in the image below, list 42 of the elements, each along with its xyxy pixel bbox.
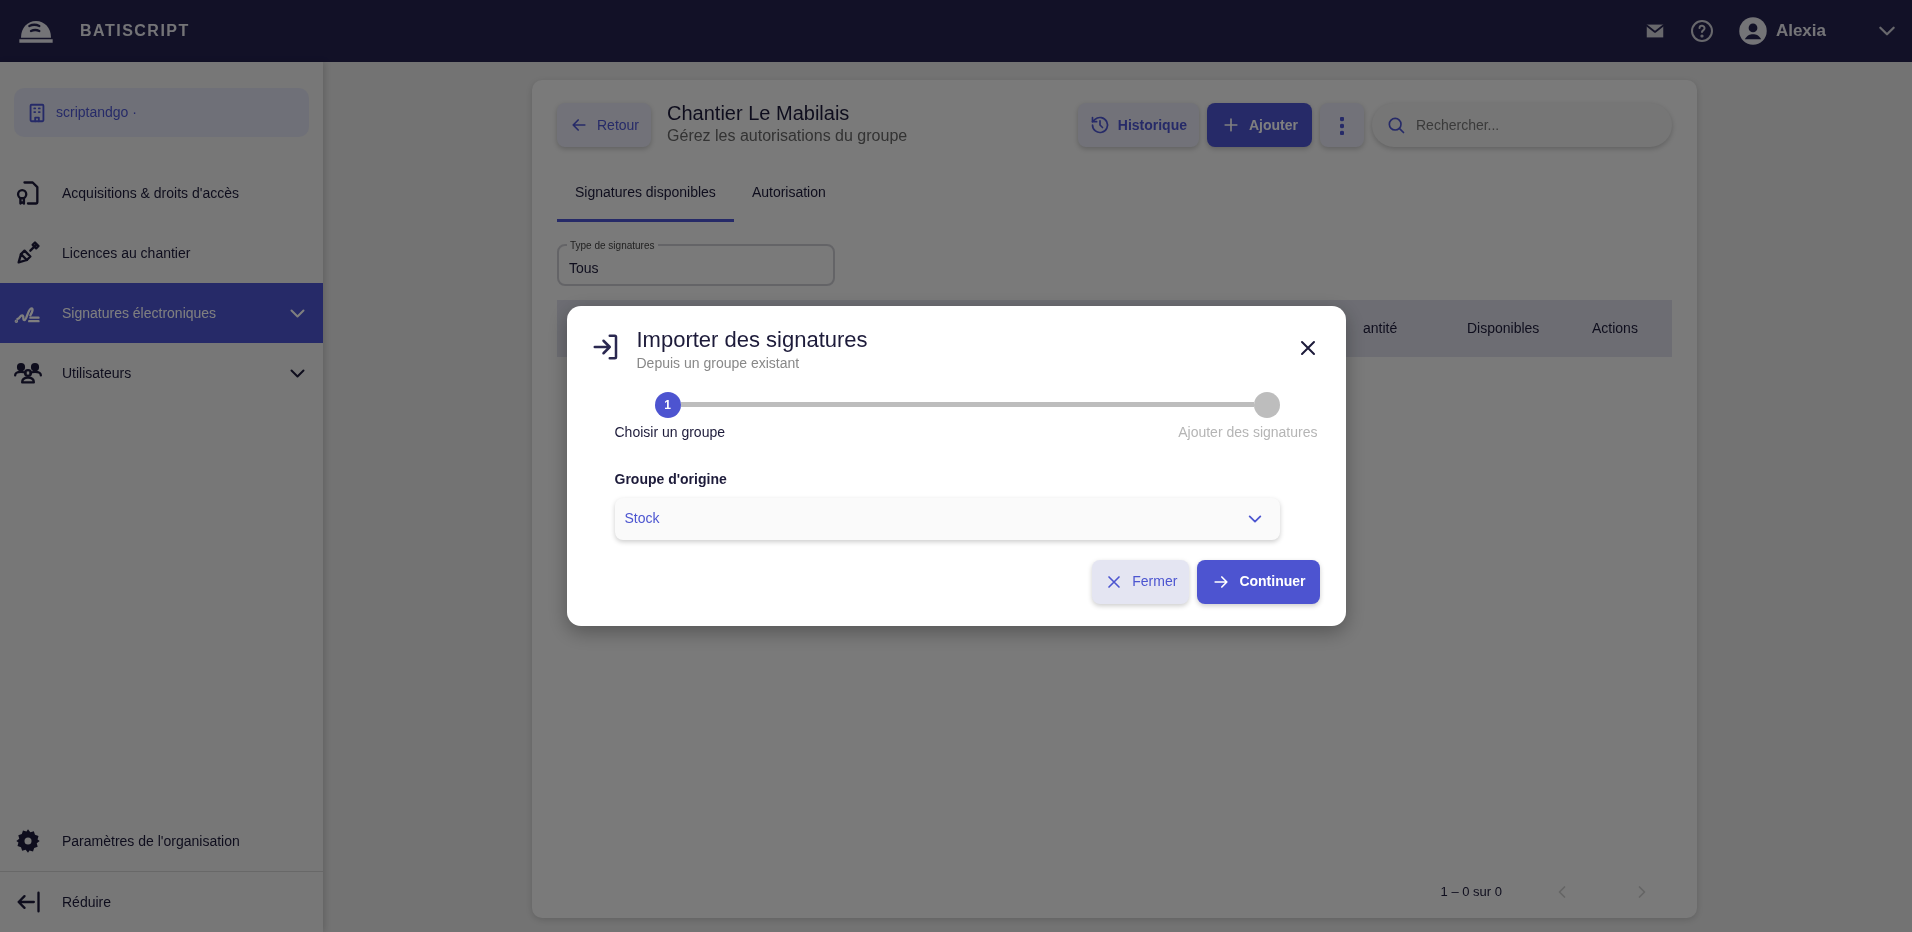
step-label: Choisir un groupe [614, 422, 725, 442]
chevron-down-icon [1247, 514, 1262, 523]
dialog-title: Importer des signatures [636, 328, 869, 353]
column-header: Disponibles [1467, 319, 1541, 338]
shovel-icon [14, 239, 42, 267]
search-field[interactable]: Rechercher... [1414, 113, 1658, 137]
help-icon[interactable] [1689, 19, 1714, 43]
more-options-button[interactable] [1320, 103, 1364, 147]
certificate-icon [14, 179, 42, 207]
avatar-icon [1737, 16, 1768, 46]
sidebar-item[interactable]: Signatures électroniques [0, 283, 323, 343]
user-menu-button[interactable]: Alexia [1737, 16, 1826, 46]
sidebar-item[interactable]: Acquisitions & droits d'accès [0, 163, 323, 223]
organization-selector[interactable]: scriptandgo · [14, 88, 309, 137]
brand-name: BATISCRIPT [80, 21, 190, 41]
back-button[interactable]: Retour [557, 103, 652, 147]
continue-button[interactable]: Continuer [1197, 559, 1320, 604]
dialog-subtitle: Depuis un groupe existant [636, 353, 801, 373]
sidebar-settings-item[interactable]: Paramètres de l'organisation [0, 811, 323, 871]
origin-group-select[interactable]: Stock [614, 497, 1280, 540]
sidebar-item[interactable]: Utilisateurs [0, 343, 323, 403]
add-button[interactable]: Ajouter [1207, 103, 1312, 147]
pagination-range: 1 – 0 sur 0 [1440, 883, 1502, 902]
gear-icon [14, 827, 42, 855]
chevron-down-icon[interactable] [1878, 26, 1896, 36]
page-title: Chantier Le Mabilais [667, 102, 851, 124]
column-header: antité [1363, 319, 1399, 338]
sidebar-item[interactable]: Licences au chantier [0, 223, 323, 283]
step-indicator: 1 [654, 391, 681, 418]
sidebar-collapse-item[interactable]: Réduire [0, 872, 323, 932]
field-label: Groupe d'origine [614, 469, 728, 489]
tab[interactable]: Autorisation [733, 170, 844, 222]
history-icon [1089, 115, 1110, 135]
page-subtitle: Gérez les autorisations du groupe [667, 126, 908, 146]
tab[interactable]: Signatures disponibles [557, 170, 734, 222]
step-label: Ajouter des signatures [1178, 422, 1318, 442]
column-header: Actions [1592, 319, 1639, 338]
close-dialog-button[interactable]: Fermer [1092, 559, 1190, 604]
history-button[interactable]: Historique [1077, 103, 1199, 147]
kebab-icon [1340, 116, 1344, 135]
search-icon [1386, 115, 1406, 135]
search-bar[interactable]: Rechercher... [1372, 103, 1672, 147]
